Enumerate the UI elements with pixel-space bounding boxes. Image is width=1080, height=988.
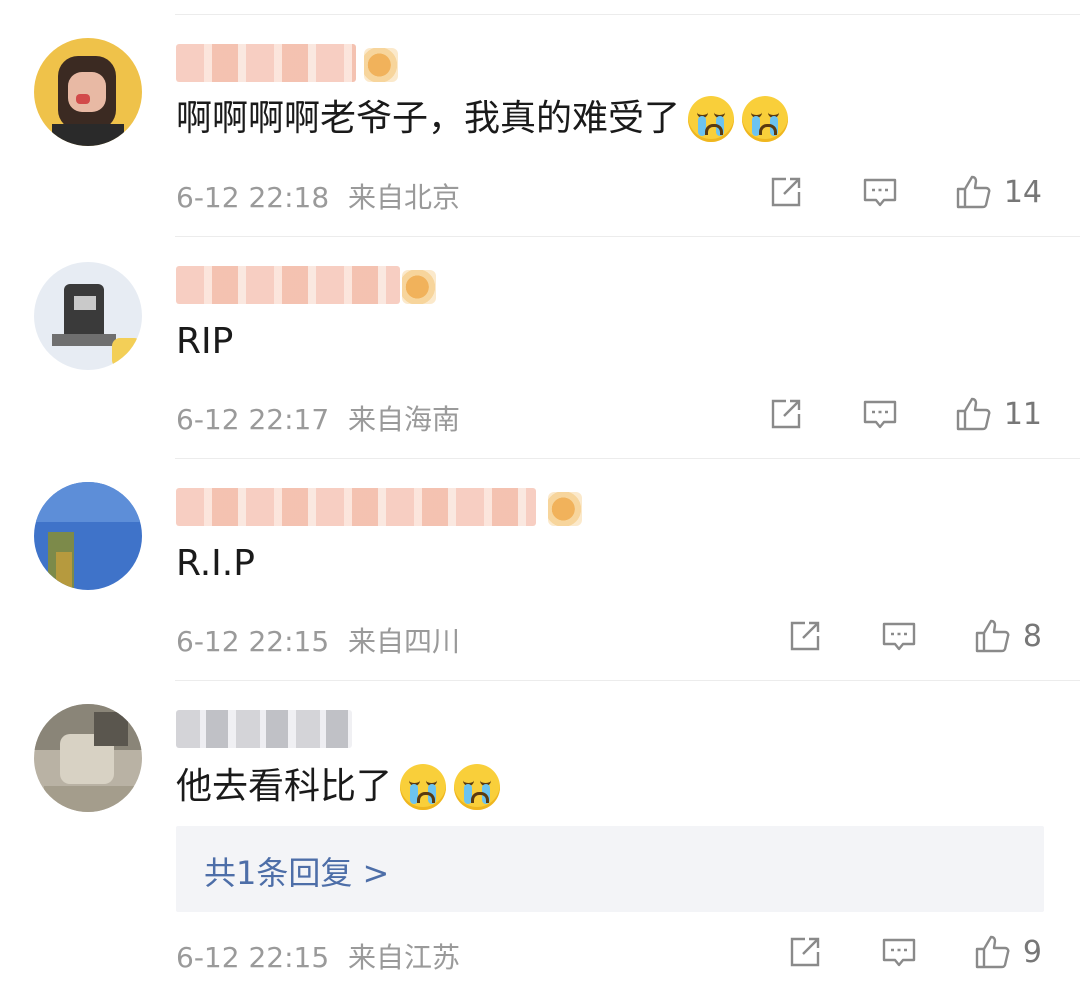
comment-actions: 11 [766,394,1042,434]
user-badge-icon [364,48,398,82]
crying-face-emoji-icon [400,764,447,810]
comment-location: 来自北京 [348,181,461,214]
comment-meta: 6-12 22:17 来自海南 [176,398,460,438]
avatar[interactable] [34,482,142,590]
username-blurred[interactable] [176,710,352,748]
comment-text: RIP [176,321,234,362]
comment-text: 他去看科比了 [176,766,393,807]
avatar[interactable] [34,704,142,812]
thumbs-up-icon[interactable] [954,172,994,212]
comment-icon[interactable] [879,616,919,656]
like-count: 8 [1022,618,1042,654]
comment-meta: 6-12 22:15 来自四川 [176,620,460,660]
comment-time: 6-12 22:18 [176,181,330,214]
share-icon[interactable] [785,932,825,972]
comment-text-row: R.I.P [176,542,255,586]
comment-text-row: 啊啊啊啊老爷子，我真的难受了 [176,96,789,142]
share-icon[interactable] [766,394,806,434]
comment-text: R.I.P [176,543,255,584]
comment-time: 6-12 22:15 [176,941,330,974]
comment-location: 来自四川 [348,625,461,658]
comment-meta: 6-12 22:15 来自江苏 [176,936,460,976]
user-badge-icon [548,492,582,526]
thumbs-up-icon[interactable] [954,394,994,434]
comment-actions: 14 [766,172,1042,212]
like-count: 14 [1003,174,1042,210]
like-count: 11 [1003,396,1042,432]
comment-icon[interactable] [860,394,900,434]
thumbs-up-icon[interactable] [973,616,1013,656]
share-icon[interactable] [766,172,806,212]
comment-icon[interactable] [860,172,900,212]
thumbs-up-icon[interactable] [973,932,1013,972]
share-icon[interactable] [785,616,825,656]
crying-face-emoji-icon [454,764,501,810]
comment-icon[interactable] [879,932,919,972]
row-divider [175,680,1080,681]
comment-text-row: 他去看科比了 [176,764,501,810]
comment-actions: 9 [785,932,1042,972]
crying-face-emoji-icon [742,96,789,142]
like-count: 9 [1022,934,1042,970]
row-divider [175,236,1080,237]
comment-time: 6-12 22:17 [176,403,330,436]
user-badge-icon [402,270,436,304]
username-blurred[interactable] [176,266,400,304]
username-blurred[interactable] [176,488,536,526]
crying-face-emoji-icon [688,96,735,142]
comment-location: 来自江苏 [348,941,461,974]
top-divider [175,14,1080,15]
avatar[interactable] [34,262,142,370]
comment-meta: 6-12 22:18 来自北京 [176,176,460,216]
row-divider [175,458,1080,459]
view-replies-link[interactable]: 共1条回复 > [204,848,389,894]
avatar[interactable] [34,38,142,146]
comment-actions: 8 [785,616,1042,656]
comment-text-row: RIP [176,320,233,364]
username-blurred[interactable] [176,44,356,82]
replies-box[interactable]: 共1条回复 > [176,826,1044,912]
comment-time: 6-12 22:15 [176,625,330,658]
comment-text: 啊啊啊啊老爷子，我真的难受了 [176,98,681,139]
comment-location: 来自海南 [348,403,461,436]
